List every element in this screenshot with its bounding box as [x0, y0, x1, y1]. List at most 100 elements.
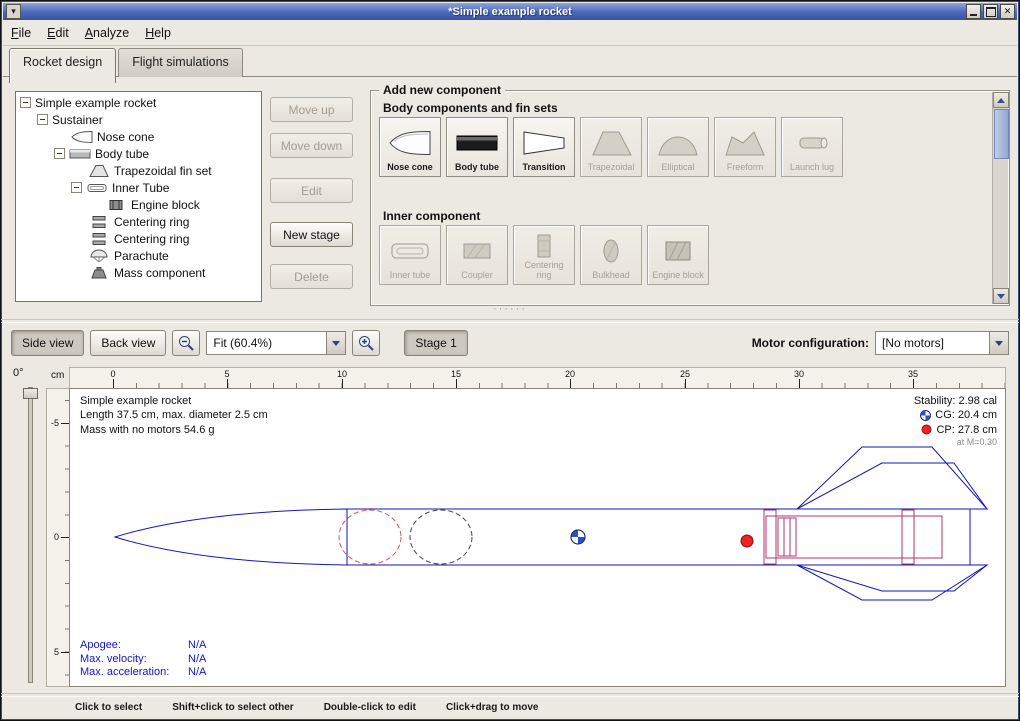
add-body-tube-button[interactable]: Body tube — [446, 117, 508, 177]
rotation-slider[interactable] — [23, 387, 37, 683]
nose-cone-icon — [71, 130, 93, 144]
close-button[interactable]: ✕ — [1000, 4, 1015, 19]
add-elliptical-fin-button[interactable]: Elliptical — [647, 117, 709, 177]
component-panel-scrollbar[interactable] — [992, 92, 1008, 304]
ruler-tick — [570, 379, 571, 388]
zoom-in-button[interactable] — [352, 330, 380, 356]
max-velocity-label: Max. velocity: — [80, 653, 188, 667]
figure-length-line: Length 37.5 cm, max. diameter 2.5 cm — [80, 408, 268, 422]
add-launch-lug-button[interactable]: Launch lug — [781, 117, 843, 177]
motor-configuration-combobox[interactable]: [No motors] — [875, 331, 1009, 355]
rocket-figure-canvas[interactable]: Simple example rocket Length 37.5 cm, ma… — [69, 388, 1006, 687]
menu-analyze[interactable]: Analyze — [77, 22, 137, 44]
ruler-tick — [113, 379, 114, 388]
menu-help[interactable]: Help — [137, 22, 179, 44]
tree-row-inner-tube[interactable]: Inner Tube — [16, 179, 261, 196]
component-tree[interactable]: Simple example rocket Sustainer Nose con… — [15, 91, 262, 302]
ruler-tick-label: 15 — [444, 369, 468, 379]
component-button-label: Centering ring — [516, 261, 572, 281]
dropdown-arrow-icon[interactable] — [989, 332, 1008, 354]
view-toolbar: Side view Back view Fit (60.4%) Stage 1 … — [11, 328, 1009, 358]
window-title: *Simple example rocket — [3, 6, 1017, 18]
cp-value: CP: 27.8 cm — [936, 423, 997, 437]
move-up-button[interactable]: Move up — [270, 97, 353, 122]
zoom-out-button[interactable] — [172, 330, 200, 356]
cg-icon — [920, 410, 931, 421]
ruler-tick — [342, 379, 343, 388]
scrollbar-thumb[interactable] — [994, 109, 1009, 159]
delete-button[interactable]: Delete — [270, 264, 353, 289]
add-inner-tube-button[interactable]: Inner tube — [379, 225, 441, 285]
apogee-label: Apogee: — [80, 639, 188, 653]
motor-configuration-value: [No motors] — [876, 336, 989, 350]
collapse-icon[interactable] — [37, 114, 48, 125]
menu-edit[interactable]: Edit — [39, 22, 77, 44]
tree-row-centering-ring-2[interactable]: Centering ring — [16, 230, 261, 247]
menu-file[interactable]: File — [3, 22, 39, 44]
body-components-label: Body components and fin sets — [383, 101, 558, 115]
slider-thumb[interactable] — [23, 388, 38, 399]
move-down-button[interactable]: Move down — [270, 133, 353, 158]
ruler-tick-label: 0 — [54, 532, 59, 542]
tab-flight-simulations[interactable]: Flight simulations — [118, 48, 243, 77]
hint-shift-click: Shift+click to select other — [172, 702, 293, 713]
maximize-icon — [986, 7, 996, 17]
ruler-tick — [61, 537, 69, 538]
tree-row-parachute[interactable]: Parachute — [16, 247, 261, 264]
add-trapezoidal-fin-button[interactable]: Trapezoidal — [580, 117, 642, 177]
add-bulkhead-button[interactable]: Bulkhead — [580, 225, 642, 285]
new-stage-button[interactable]: New stage — [270, 222, 353, 247]
minimize-button[interactable] — [966, 4, 981, 19]
tree-row-centering-ring-1[interactable]: Centering ring — [16, 213, 261, 230]
ruler-tick — [685, 379, 686, 388]
tree-label: Nose cone — [97, 130, 154, 144]
scroll-up-button[interactable] — [993, 92, 1009, 108]
tree-row-nose-cone[interactable]: Nose cone — [16, 128, 261, 145]
add-freeform-fin-button[interactable]: Freeform — [714, 117, 776, 177]
component-button-label: Coupler — [461, 271, 493, 281]
add-transition-button[interactable]: Transition — [513, 117, 575, 177]
maximize-button[interactable] — [983, 4, 998, 19]
dropdown-arrow-icon[interactable] — [326, 332, 345, 354]
scroll-down-button[interactable] — [993, 288, 1009, 304]
tree-row-rocket[interactable]: Simple example rocket — [16, 94, 261, 111]
ruler-tick — [913, 379, 914, 388]
mach-note: at M=0.30 — [914, 437, 997, 449]
tree-row-fin-set[interactable]: Trapezoidal fin set — [16, 162, 261, 179]
main-tabs: Rocket design Flight simulations — [9, 48, 245, 77]
fin-lower-outline — [797, 565, 987, 600]
side-view-button[interactable]: Side view — [11, 330, 84, 356]
title-bar[interactable]: ▾ *Simple example rocket ✕ — [3, 3, 1017, 20]
tree-label: Simple example rocket — [35, 96, 156, 110]
edit-button[interactable]: Edit — [270, 178, 353, 203]
collapse-icon[interactable] — [20, 97, 31, 108]
max-velocity-value: N/A — [188, 653, 206, 665]
splitter-handle[interactable]: ······ — [1, 304, 1019, 314]
body-tube-icon — [69, 147, 91, 161]
tree-row-mass-component[interactable]: Mass component — [16, 264, 261, 281]
ruler-tick-label: 5 — [215, 369, 239, 379]
add-nose-cone-button[interactable]: Nose cone — [379, 117, 441, 177]
slider-track[interactable] — [28, 387, 33, 683]
tree-row-body-tube[interactable]: Body tube — [16, 145, 261, 162]
collapse-icon[interactable] — [54, 148, 65, 159]
figure-rocket-name: Simple example rocket — [80, 394, 268, 408]
back-view-button[interactable]: Back view — [90, 330, 166, 356]
add-engine-block-button[interactable]: Engine block — [647, 225, 709, 285]
stability-info: Stability: 2.98 cal CG: 20.4 cm CP: 27.8… — [914, 394, 997, 449]
tree-label: Centering ring — [114, 232, 189, 246]
tree-row-engine-block[interactable]: Engine block — [16, 196, 261, 213]
add-centering-ring-button[interactable]: Centering ring — [513, 225, 575, 285]
tree-row-sustainer[interactable]: Sustainer — [16, 111, 261, 128]
fin-upper-outline — [797, 447, 987, 509]
system-menu-icon[interactable]: ▾ — [6, 4, 21, 19]
component-button-label: Transition — [522, 163, 565, 173]
component-button-label: Bulkhead — [592, 271, 630, 281]
add-coupler-button[interactable]: Coupler — [446, 225, 508, 285]
stage-1-toggle[interactable]: Stage 1 — [404, 330, 467, 356]
zoom-combobox[interactable]: Fit (60.4%) — [206, 331, 346, 355]
tab-rocket-design[interactable]: Rocket design — [9, 48, 116, 83]
ruler-tick-label: 30 — [787, 369, 811, 379]
component-button-label: Trapezoidal — [588, 163, 635, 173]
collapse-icon[interactable] — [71, 182, 82, 193]
